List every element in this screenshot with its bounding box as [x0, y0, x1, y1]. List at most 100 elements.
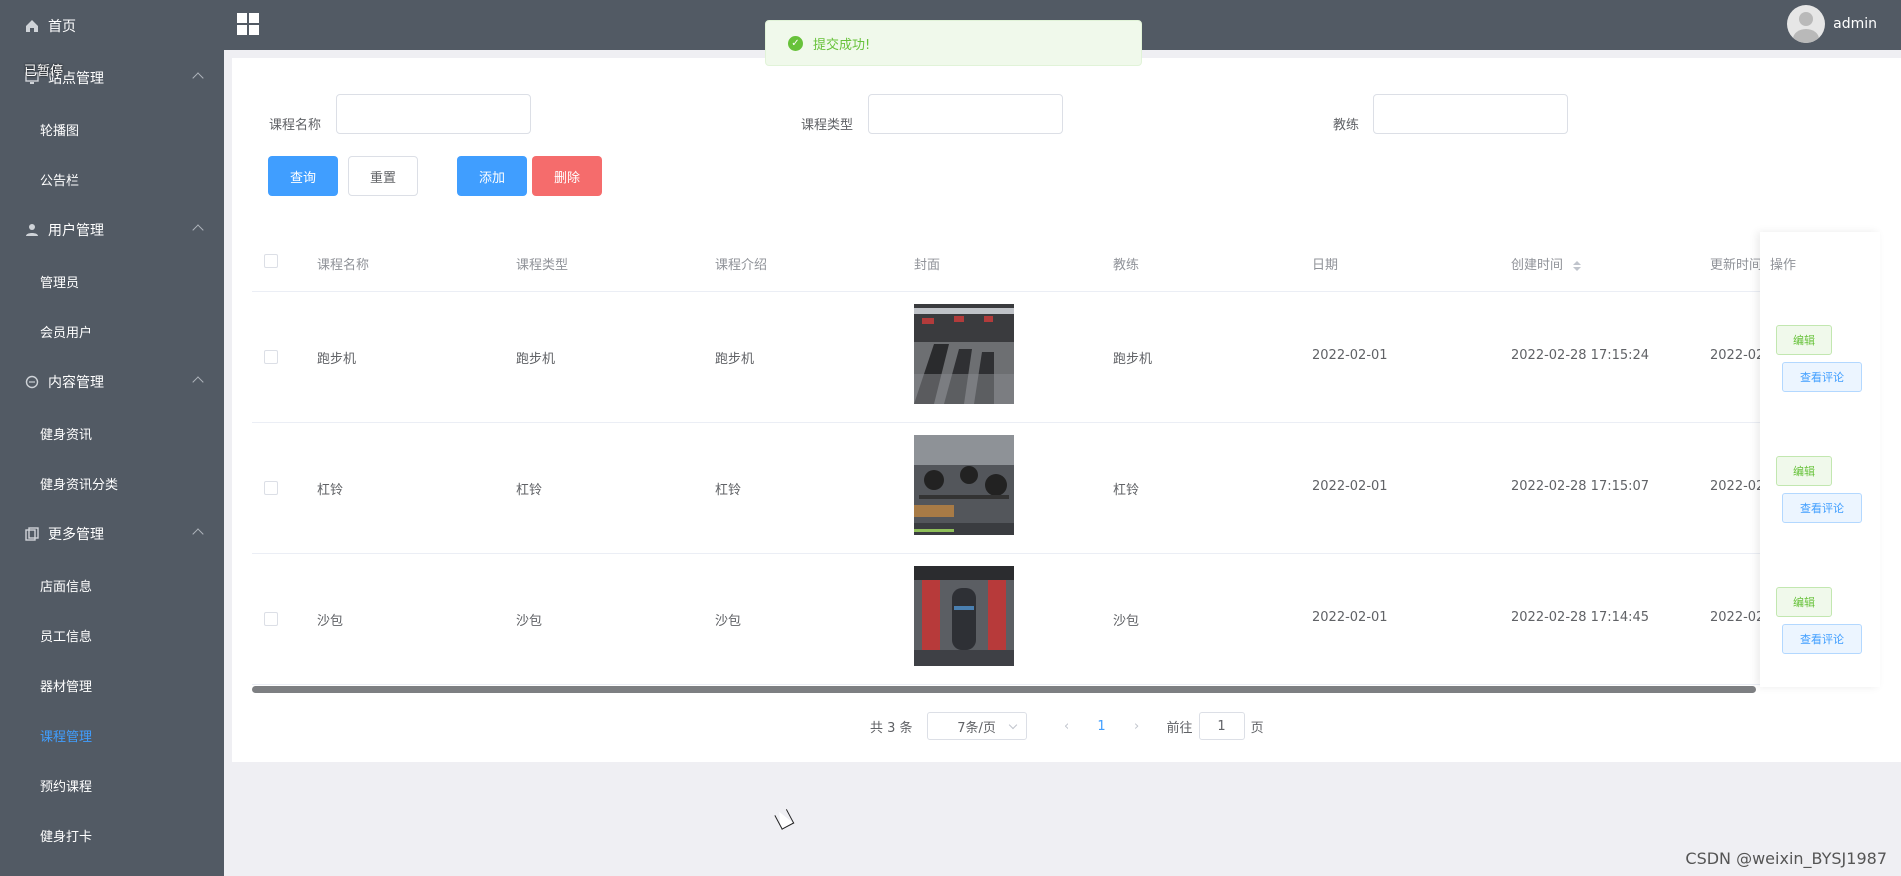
- sidebar-group-content[interactable]: 内容管理: [0, 356, 224, 408]
- row-checkbox[interactable]: [264, 350, 278, 364]
- edit-button[interactable]: 编辑: [1776, 456, 1832, 486]
- chat-icon: [25, 375, 39, 389]
- column-header-label: 创建时间: [1511, 258, 1564, 273]
- course-type-label: 课程类型: [801, 118, 854, 133]
- table-row: 杠铃 杠铃 杠铃 杠铃 2022-02-01 2022-02-28 17:15:…: [252, 423, 1880, 554]
- chevron-up-icon: [192, 72, 204, 84]
- column-header: 更新时间: [1710, 258, 1763, 273]
- prev-page-icon[interactable]: ‹: [1049, 719, 1085, 734]
- cell-date: 2022-02-01: [1312, 610, 1388, 625]
- cell-course-name: 杠铃: [317, 483, 344, 498]
- goto-prefix: 前往: [1166, 720, 1193, 736]
- select-all-checkbox[interactable]: [264, 254, 278, 268]
- view-comments-button[interactable]: 查看评论: [1782, 362, 1862, 392]
- mouse-cursor-icon: [773, 808, 793, 830]
- sidebar-item-staff-info[interactable]: 员工信息: [0, 610, 224, 660]
- edit-button[interactable]: 编辑: [1776, 587, 1832, 617]
- check-circle-icon: ✓: [788, 35, 803, 51]
- cover-image-punching-bag: [914, 566, 1014, 666]
- row-checkbox[interactable]: [264, 612, 278, 626]
- next-page-icon[interactable]: ›: [1119, 719, 1155, 734]
- sidebar-item-course-management[interactable]: 课程管理: [0, 710, 224, 760]
- chevron-up-icon: [192, 224, 204, 236]
- table-header: 课程名称 课程类型 课程介绍 封面 教练 日期 创建时间 更新时间: [252, 230, 1880, 292]
- chevron-up-icon: [192, 528, 204, 540]
- sort-icon[interactable]: [1573, 260, 1582, 271]
- cover-image-treadmill: [914, 304, 1014, 404]
- sidebar-item-notice[interactable]: 公告栏: [0, 154, 224, 204]
- coach-label: 教练: [1333, 118, 1360, 133]
- pagination-total: 共 3 条: [870, 720, 913, 736]
- cell-course-intro: 跑步机: [715, 352, 755, 367]
- sidebar-item-booked-courses[interactable]: 预约课程: [0, 760, 224, 810]
- user-icon: [26, 224, 38, 236]
- sidebar-group-label: 内容管理: [48, 375, 104, 391]
- toast-message: 提交成功!: [813, 37, 871, 53]
- column-header: 课程介绍: [715, 258, 768, 273]
- cell-course-type: 沙包: [516, 614, 543, 629]
- view-comments-button[interactable]: 查看评论: [1782, 624, 1862, 654]
- paused-overlay-text: 已暂停: [24, 64, 64, 79]
- cell-coach: 沙包: [1113, 614, 1140, 629]
- sidebar-item-members[interactable]: 会员用户: [0, 306, 224, 356]
- column-header: 日期: [1312, 258, 1339, 273]
- user-menu[interactable]: admin: [1787, 5, 1877, 43]
- cell-course-type: 杠铃: [516, 483, 543, 498]
- page-size-select[interactable]: 7条/页: [926, 712, 1027, 740]
- success-toast: ✓ 提交成功!: [765, 20, 1142, 66]
- sidebar-group-label: 更多管理: [48, 527, 104, 543]
- column-header: 教练: [1113, 258, 1140, 273]
- course-name-label: 课程名称: [269, 118, 322, 133]
- course-type-input[interactable]: [868, 94, 1063, 134]
- sidebar-item-carousel[interactable]: 轮播图: [0, 104, 224, 154]
- cover-image-barbell: [914, 435, 1014, 535]
- sidebar-item-admin[interactable]: 管理员: [0, 256, 224, 306]
- view-comments-button[interactable]: 查看评论: [1782, 493, 1862, 523]
- edit-button[interactable]: 编辑: [1776, 325, 1832, 355]
- watermark: CSDN @weixin_BYSJ1987: [1685, 849, 1887, 868]
- sidebar-item-equipment[interactable]: 器材管理: [0, 660, 224, 710]
- column-header: 课程类型: [516, 258, 569, 273]
- sidebar-group-more[interactable]: 更多管理: [0, 508, 224, 560]
- sidebar-item-news-category[interactable]: 健身资讯分类: [0, 458, 224, 508]
- table-row: 沙包 沙包 沙包 沙包 2022-02-01 2022-02-28 17:14:…: [252, 554, 1880, 685]
- avatar[interactable]: [1787, 5, 1826, 43]
- horizontal-scrollbar[interactable]: [252, 686, 1756, 693]
- page-number[interactable]: 1: [1085, 719, 1119, 734]
- sidebar: 首页 已暂停 站点管理 轮播图 公告栏 用户管理 管理员 会员用户 内容管理 健…: [0, 0, 224, 876]
- sidebar-group-label: 用户管理: [48, 223, 104, 239]
- add-button[interactable]: 添加: [457, 156, 527, 196]
- sidebar-item-check-in[interactable]: 健身打卡: [0, 810, 224, 860]
- cell-coach: 杠铃: [1113, 483, 1140, 498]
- chevron-up-icon: [192, 376, 204, 388]
- column-header-sortable[interactable]: 创建时间: [1511, 254, 1582, 273]
- goto-page-input[interactable]: [1198, 712, 1245, 740]
- username: admin: [1833, 16, 1877, 32]
- column-header: 封面: [914, 258, 941, 273]
- operation-column: 操作 编辑 查看评论 编辑 查看评论 编辑 查看评论: [1760, 232, 1880, 687]
- table-row: 跑步机 跑步机 跑步机 跑步机 2022-02-01 2022-02-28 17…: [252, 292, 1880, 423]
- cell-course-name: 跑步机: [317, 352, 357, 367]
- query-button[interactable]: 查询: [268, 156, 338, 196]
- course-name-input[interactable]: [336, 94, 531, 134]
- cell-course-intro: 沙包: [715, 614, 742, 629]
- copy-icon: [25, 527, 39, 541]
- goto-suffix: 页: [1250, 720, 1264, 736]
- reset-button[interactable]: 重置: [348, 156, 418, 196]
- cell-created-time: 2022-02-28 17:14:45: [1511, 610, 1650, 625]
- sidebar-item-home[interactable]: 首页: [0, 0, 224, 52]
- sidebar-item-store-info[interactable]: 店面信息: [0, 560, 224, 610]
- cell-course-type: 跑步机: [516, 352, 556, 367]
- sidebar-group-users[interactable]: 用户管理: [0, 204, 224, 256]
- delete-button[interactable]: 删除: [532, 156, 602, 196]
- pagination: 共 3 条 7条/页 ‹ 1 › 前往 页: [870, 711, 1264, 741]
- home-icon: [26, 20, 38, 32]
- row-checkbox[interactable]: [264, 481, 278, 495]
- menu-grid-icon[interactable]: [237, 13, 259, 35]
- cell-created-time: 2022-02-28 17:15:07: [1511, 479, 1650, 494]
- coach-input[interactable]: [1373, 94, 1568, 134]
- cell-date: 2022-02-01: [1312, 348, 1388, 363]
- sidebar-item-fitness-news[interactable]: 健身资讯: [0, 408, 224, 458]
- cell-date: 2022-02-01: [1312, 479, 1388, 494]
- cell-coach: 跑步机: [1113, 352, 1153, 367]
